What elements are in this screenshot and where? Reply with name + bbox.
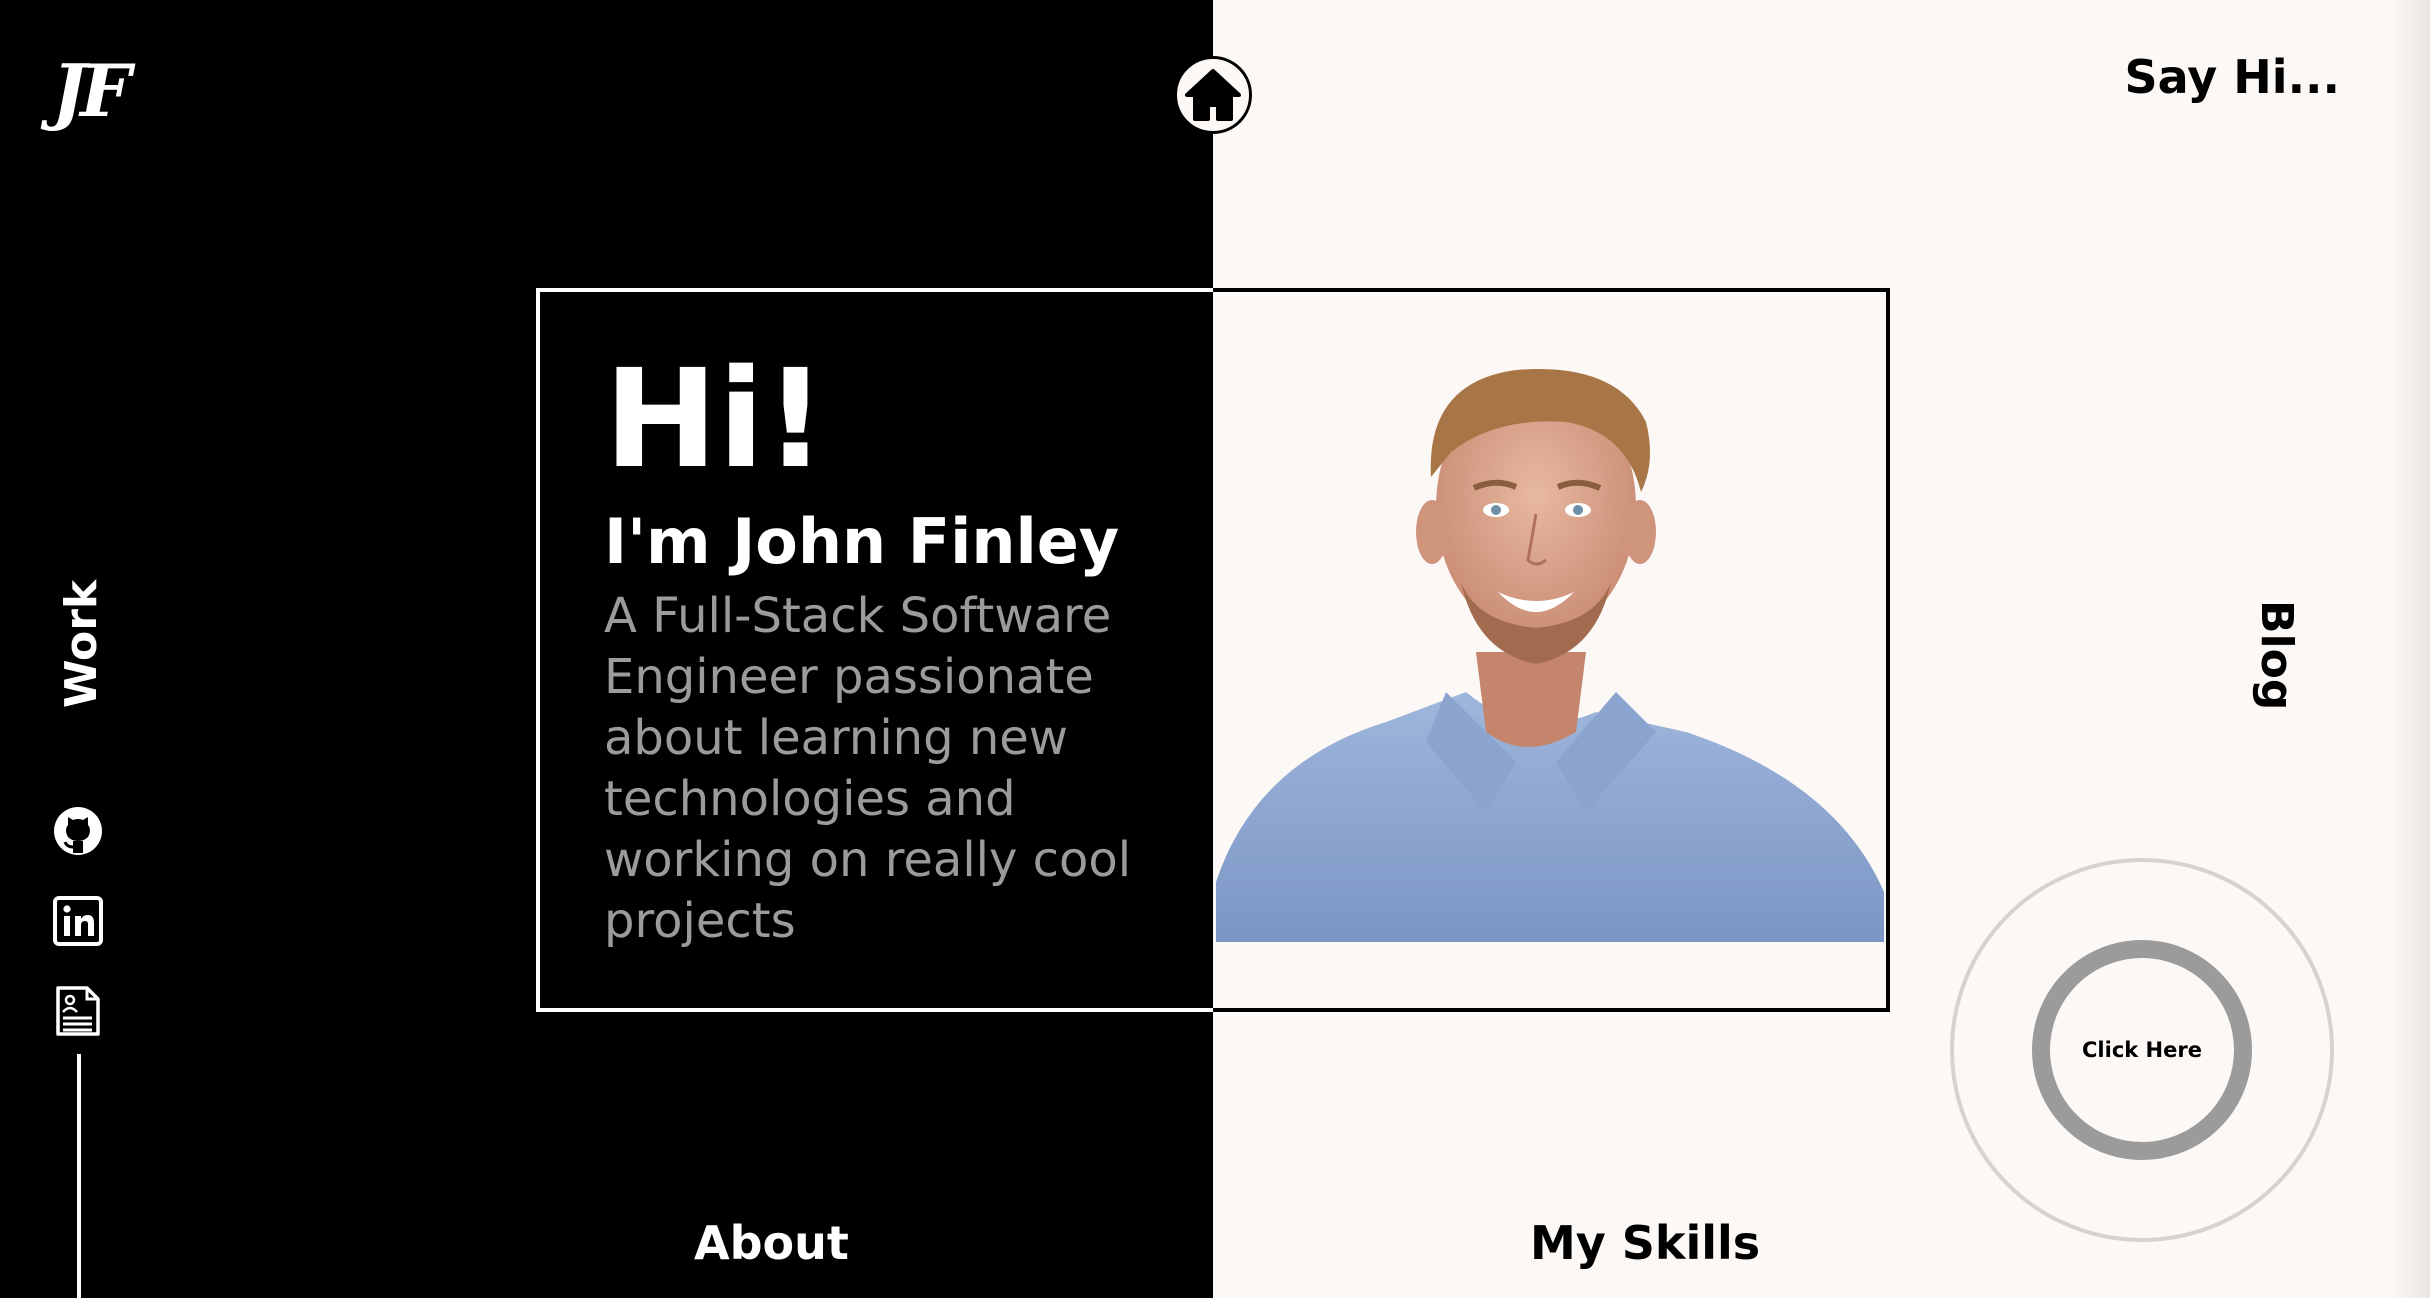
social-divider-line <box>77 1054 81 1298</box>
linkedin-link[interactable] <box>52 895 104 951</box>
linkedin-icon <box>53 896 103 946</box>
click-here-label: Click Here <box>2082 1038 2202 1062</box>
github-icon <box>54 807 102 855</box>
resume-icon <box>56 986 100 1036</box>
page-edge-shadow <box>2390 0 2430 1298</box>
hero-description: A Full-Stack Software Engineer passionat… <box>604 588 1132 949</box>
resume-link[interactable] <box>52 985 104 1041</box>
click-here-button[interactable]: Click Here <box>2032 940 2252 1160</box>
profile-photo <box>1216 369 1884 942</box>
say-hi-link[interactable]: Say Hi... <box>2125 50 2340 104</box>
about-link[interactable]: About <box>694 1216 849 1270</box>
site-logo[interactable]: JF <box>52 48 131 133</box>
work-link[interactable]: Work <box>56 580 107 708</box>
blog-link[interactable]: Blog <box>2251 600 2302 710</box>
home-icon <box>1185 69 1241 121</box>
hero-name: I'm John Finley <box>604 505 1120 578</box>
my-skills-link[interactable]: My Skills <box>1530 1216 1760 1270</box>
home-button[interactable] <box>1174 56 1252 134</box>
hero-greeting: Hi! <box>604 341 827 499</box>
github-link[interactable] <box>52 805 104 861</box>
